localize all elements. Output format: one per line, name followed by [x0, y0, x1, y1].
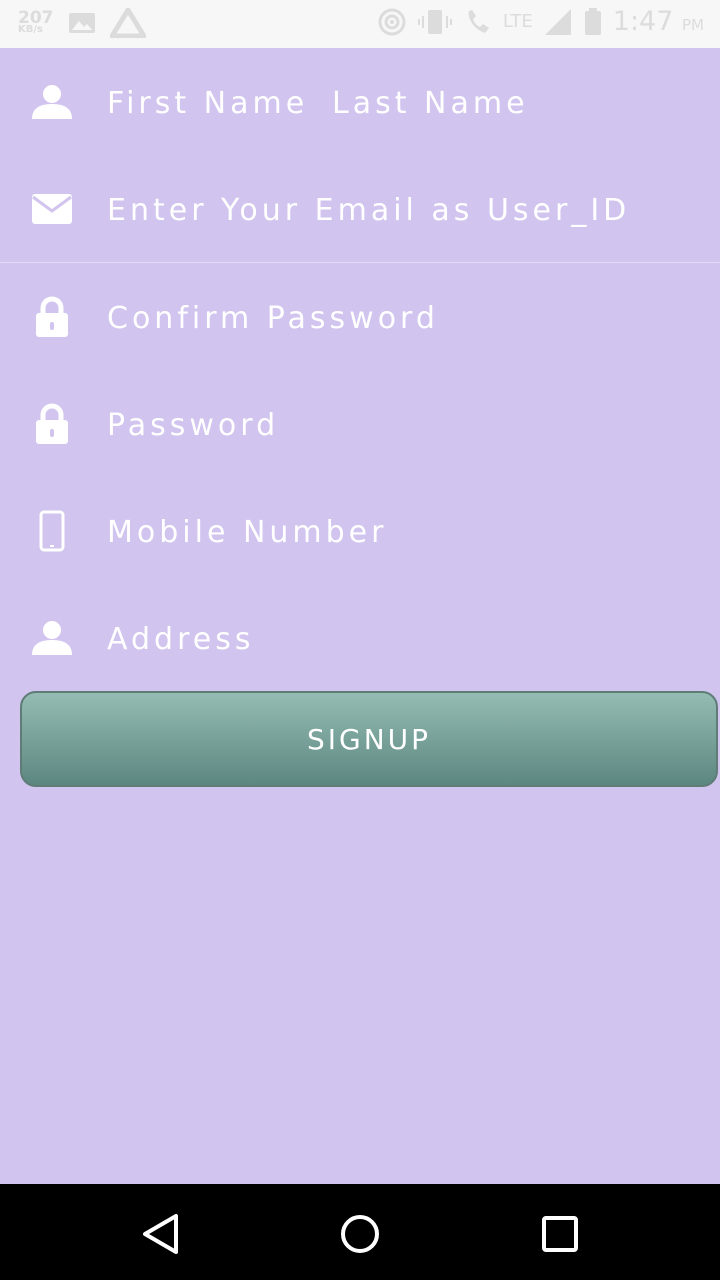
mobile-row	[0, 501, 720, 563]
password-input[interactable]	[105, 394, 700, 456]
hotspot-icon	[378, 8, 406, 35]
data-speed-indicator: 207 KB/s	[18, 10, 54, 35]
signal-icon	[544, 8, 571, 35]
address-row	[0, 608, 720, 670]
person-icon	[30, 616, 74, 660]
lock-icon	[30, 295, 74, 339]
last-name-input[interactable]	[330, 72, 634, 134]
person-icon	[30, 80, 74, 124]
clock-ampm: PM	[682, 16, 704, 34]
signup-button[interactable]: SIGNUP	[20, 691, 718, 787]
confirm-password-row	[0, 287, 720, 349]
phone-icon	[30, 509, 74, 553]
volte-call-icon	[468, 9, 489, 33]
recents-square-icon	[542, 1216, 578, 1252]
divider	[0, 262, 720, 263]
back-button[interactable]	[136, 1210, 184, 1258]
battery-icon	[584, 7, 601, 35]
clock-time: 1:47	[612, 6, 674, 37]
back-triangle-icon	[143, 1214, 178, 1254]
name-row	[0, 72, 720, 134]
network-type-label: LTE	[502, 11, 533, 32]
recents-button[interactable]	[536, 1210, 584, 1258]
confirm-password-input[interactable]	[105, 287, 700, 349]
mobile-number-input[interactable]	[105, 501, 700, 563]
gallery-notification-icon	[69, 13, 95, 33]
envelope-icon	[30, 187, 74, 231]
first-name-input[interactable]	[105, 72, 309, 134]
status-bar: 207 KB/s LTE 1:47 PM	[0, 0, 720, 48]
email-input[interactable]	[105, 179, 700, 241]
email-row	[0, 179, 720, 241]
navigation-bar	[0, 1184, 720, 1280]
drive-notification-icon	[110, 8, 146, 38]
password-row	[0, 394, 720, 456]
clock: 1:47 PM	[613, 6, 704, 37]
vibrate-icon	[417, 9, 452, 34]
lock-icon	[30, 402, 74, 446]
address-input[interactable]	[105, 608, 700, 670]
home-button[interactable]	[336, 1210, 384, 1258]
home-circle-icon	[341, 1215, 379, 1253]
